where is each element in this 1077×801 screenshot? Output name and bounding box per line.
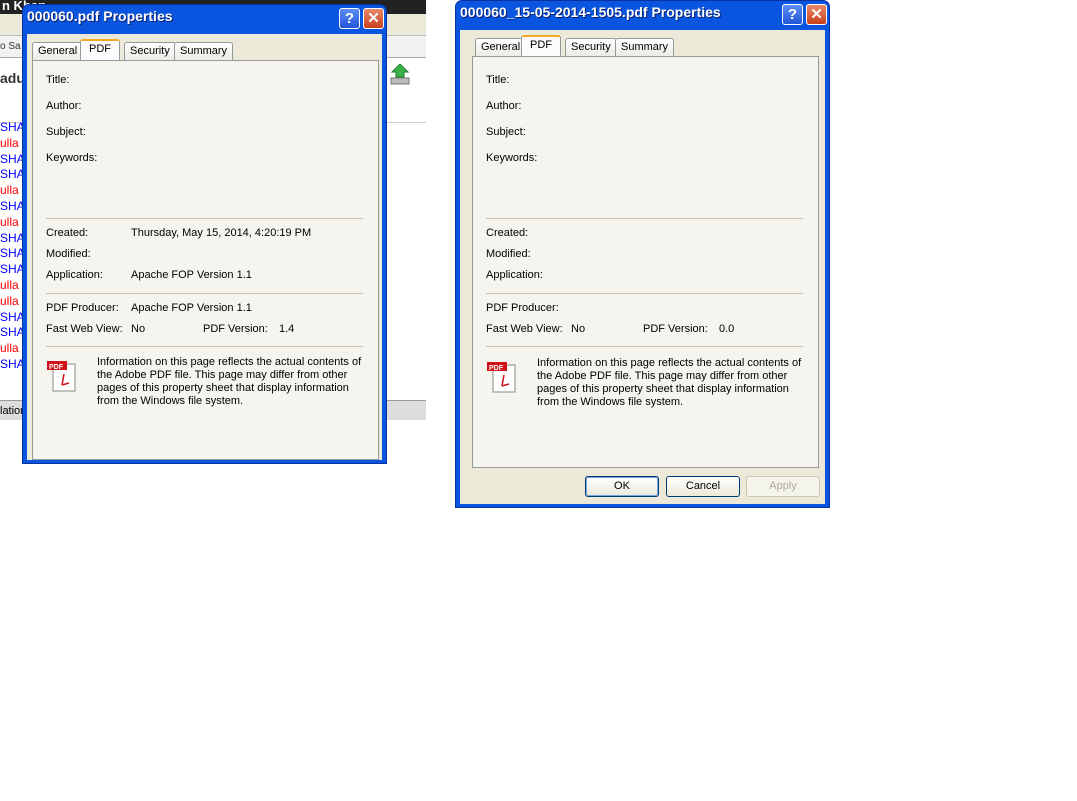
divider	[46, 346, 363, 347]
adobe-pdf-icon: PDF	[47, 361, 77, 393]
tab-bar: General PDF Security Summary	[27, 39, 382, 60]
author-label: Author:	[46, 100, 82, 112]
divider	[486, 293, 803, 294]
tab-pdf[interactable]: PDF	[80, 39, 120, 60]
svg-text:PDF: PDF	[489, 365, 504, 372]
keywords-label: Keywords:	[486, 152, 538, 164]
divider	[486, 218, 803, 219]
title-label: Title:	[46, 74, 70, 86]
dialog-body: General PDF Security Summary Title: Author: Su…	[460, 30, 825, 504]
close-button[interactable]: ✕	[363, 8, 384, 29]
background-list-item[interactable]: SHA	[0, 325, 25, 339]
ok-button[interactable]: OK	[585, 476, 659, 497]
application-label: Application:	[486, 269, 543, 281]
pdf_version-value: 0.0	[719, 323, 735, 335]
properties-dialog: 000060_15-05-2014-1505.pdf Properties? ✕ G…	[455, 0, 830, 508]
apply-button[interactable]: Apply	[746, 476, 820, 497]
producer-label: PDF Producer:	[486, 302, 559, 314]
fast_web_view-value: No	[131, 323, 146, 335]
application-label: Application:	[46, 269, 103, 281]
pdf-tab-panel: Title: Author: Subject: Keywords: Created: Th…	[32, 60, 379, 460]
tab-security[interactable]: Security	[565, 38, 617, 56]
background-list-item[interactable]: SHA	[0, 231, 25, 245]
background-list-item[interactable]: SHA	[0, 167, 25, 181]
fast_web_view-value: No	[571, 323, 586, 335]
tab-summary[interactable]: Summary	[615, 38, 675, 56]
subject-label: Subject:	[486, 126, 526, 138]
background-list-item[interactable]: SHA	[0, 120, 25, 134]
created-label: Created:	[46, 227, 89, 239]
producer-label: PDF Producer:	[46, 302, 119, 314]
background-list-item[interactable]: ulla	[0, 278, 19, 292]
fast_web_view-label: Fast Web View:	[486, 323, 563, 335]
info-text: Information on this page reflects the ac…	[537, 357, 802, 408]
background-list-item[interactable]: SHA	[0, 199, 25, 213]
tab-security[interactable]: Security	[124, 42, 176, 60]
help-button[interactable]: ?	[782, 4, 803, 25]
application-value: Apache FOP Version 1.1	[131, 269, 252, 281]
background-list-item[interactable]: ulla	[0, 136, 19, 150]
pdf_version-value: 1.4	[279, 323, 295, 335]
divider	[46, 293, 363, 294]
background-list-item[interactable]: SHA	[0, 246, 25, 260]
created-value: Thursday, May 15, 2014, 4:20:19 PM	[131, 227, 312, 239]
background-list-item[interactable]: SHA	[0, 357, 25, 371]
dialog-body: General PDF Security Summary Title: Author: Su…	[27, 34, 382, 460]
fast_web_view-label: Fast Web View:	[46, 323, 123, 335]
title-label: Title:	[486, 74, 510, 86]
download-icon[interactable]	[390, 63, 410, 86]
properties-dialog: 000060.pdf Properties? ✕ General PDF Securit…	[22, 4, 387, 464]
pdf-tab-panel: Title: Author: Subject: Keywords: Created: Mo…	[472, 56, 819, 468]
help-button[interactable]: ?	[339, 8, 360, 29]
modified-label: Modified:	[486, 248, 531, 260]
pdf_version-label: PDF Version:	[203, 323, 268, 335]
pdf_version-label: PDF Version:	[643, 323, 708, 335]
divider	[486, 346, 803, 347]
background-list-item[interactable]: ulla	[0, 215, 19, 229]
background-list-item[interactable]: ulla	[0, 183, 19, 197]
background-tab-label: o Sa	[0, 41, 21, 52]
background-list-item[interactable]: SHA	[0, 262, 25, 276]
info-text: Information on this page reflects the ac…	[97, 356, 362, 407]
divider	[46, 218, 363, 219]
modified-label: Modified:	[46, 248, 91, 260]
producer-value: Apache FOP Version 1.1	[131, 302, 252, 314]
background-list-item[interactable]: SHA	[0, 310, 25, 324]
cancel-button[interactable]: Cancel	[666, 476, 740, 497]
tab-general[interactable]: General	[32, 42, 84, 60]
background-list-item[interactable]: ulla	[0, 294, 19, 308]
svg-text:PDF: PDF	[49, 364, 64, 371]
author-label: Author:	[486, 100, 522, 112]
tab-general[interactable]: General	[475, 38, 527, 56]
subject-label: Subject:	[46, 126, 86, 138]
created-label: Created:	[486, 227, 529, 239]
background-list-item[interactable]: ulla	[0, 341, 19, 355]
tab-pdf[interactable]: PDF	[521, 35, 561, 56]
dialog-title: 000060_15-05-2014-1505.pdf Properties	[460, 4, 721, 20]
dialog-title: 000060.pdf Properties	[27, 8, 173, 24]
tab-summary[interactable]: Summary	[174, 42, 234, 60]
close-button[interactable]: ✕	[806, 4, 827, 25]
adobe-pdf-icon: PDF	[487, 362, 517, 394]
keywords-label: Keywords:	[46, 152, 98, 164]
background-list-item[interactable]: SHA	[0, 152, 25, 166]
tab-bar: General PDF Security Summary	[460, 35, 825, 56]
